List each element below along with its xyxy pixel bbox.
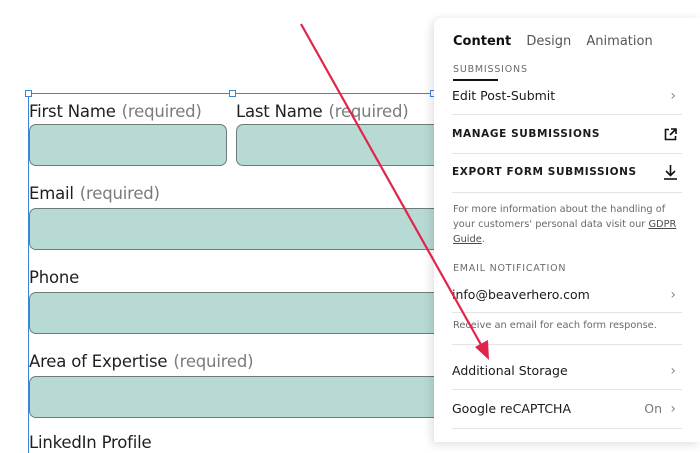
panel-tabs: Content Design Animation [453,34,664,49]
edit-post-submit-row[interactable]: Edit Post-Submit › [452,88,682,106]
email-notification-section-label: EMAIL NOTIFICATION [453,263,567,274]
tab-design[interactable]: Design [526,34,571,49]
chevron-right-icon: › [670,287,676,303]
external-link-icon [664,128,677,141]
submissions-section-label: SUBMISSIONS [453,64,528,75]
first-name-input[interactable] [29,124,227,166]
email-label-text: Email [29,184,74,203]
phone-label: Phone [29,268,79,287]
divider [452,428,682,429]
email-input[interactable] [29,208,449,250]
email-notification-row[interactable]: info@beaverhero.com › [452,287,682,305]
email-label: Email (required) [29,184,160,203]
recaptcha-status: On [644,401,662,416]
divider [452,312,682,313]
recaptcha-label: Google reCAPTCHA [452,401,572,416]
chevron-right-icon: › [670,88,676,104]
export-submissions-row[interactable]: EXPORT FORM SUBMISSIONS [452,165,682,184]
phone-input[interactable] [29,292,449,334]
area-of-expertise-input[interactable] [29,376,449,418]
form-settings-panel: Content Design Animation SUBMISSIONS Edi… [434,18,700,442]
resize-handle-top-left[interactable] [25,90,32,97]
chevron-right-icon: › [670,401,676,417]
additional-storage-row[interactable]: Additional Storage › [452,363,682,381]
area-of-expertise-label-text: Area of Expertise [29,352,168,371]
privacy-text: For more information about the handling … [453,204,666,230]
edit-post-submit-label: Edit Post-Submit [452,88,556,103]
tab-content[interactable]: Content [453,34,511,49]
linkedin-label: LinkedIn Profile [29,433,152,452]
area-of-expertise-label: Area of Expertise (required) [29,352,254,371]
download-icon [664,165,677,180]
divider [452,344,682,345]
linkedin-label-text: LinkedIn Profile [29,433,152,452]
divider [452,389,682,390]
divider [452,192,682,193]
required-indicator: (required) [79,184,160,203]
last-name-label: Last Name (required) [236,102,409,121]
manage-submissions-label: MANAGE SUBMISSIONS [452,128,601,140]
divider [452,114,682,115]
resize-handle-top-center[interactable] [229,90,236,97]
email-notification-value: info@beaverhero.com [452,287,590,302]
last-name-label-text: Last Name [236,102,323,121]
required-indicator: (required) [328,102,409,121]
last-name-input[interactable] [236,124,446,166]
phone-label-text: Phone [29,268,80,287]
first-name-label: First Name (required) [29,102,202,121]
email-help-text: Receive an email for each form response. [453,320,657,331]
additional-storage-label: Additional Storage [452,363,568,378]
privacy-help-text: For more information about the handling … [453,202,681,247]
required-indicator: (required) [173,352,254,371]
privacy-text-end: . [481,234,485,245]
divider [452,153,682,154]
active-tab-indicator [453,79,498,81]
recaptcha-row[interactable]: Google reCAPTCHA On › [452,401,682,419]
tab-animation[interactable]: Animation [586,34,652,49]
chevron-right-icon: › [670,363,676,379]
manage-submissions-row[interactable]: MANAGE SUBMISSIONS [452,128,682,146]
export-submissions-label: EXPORT FORM SUBMISSIONS [452,166,637,178]
first-name-label-text: First Name [29,102,116,121]
required-indicator: (required) [121,102,202,121]
